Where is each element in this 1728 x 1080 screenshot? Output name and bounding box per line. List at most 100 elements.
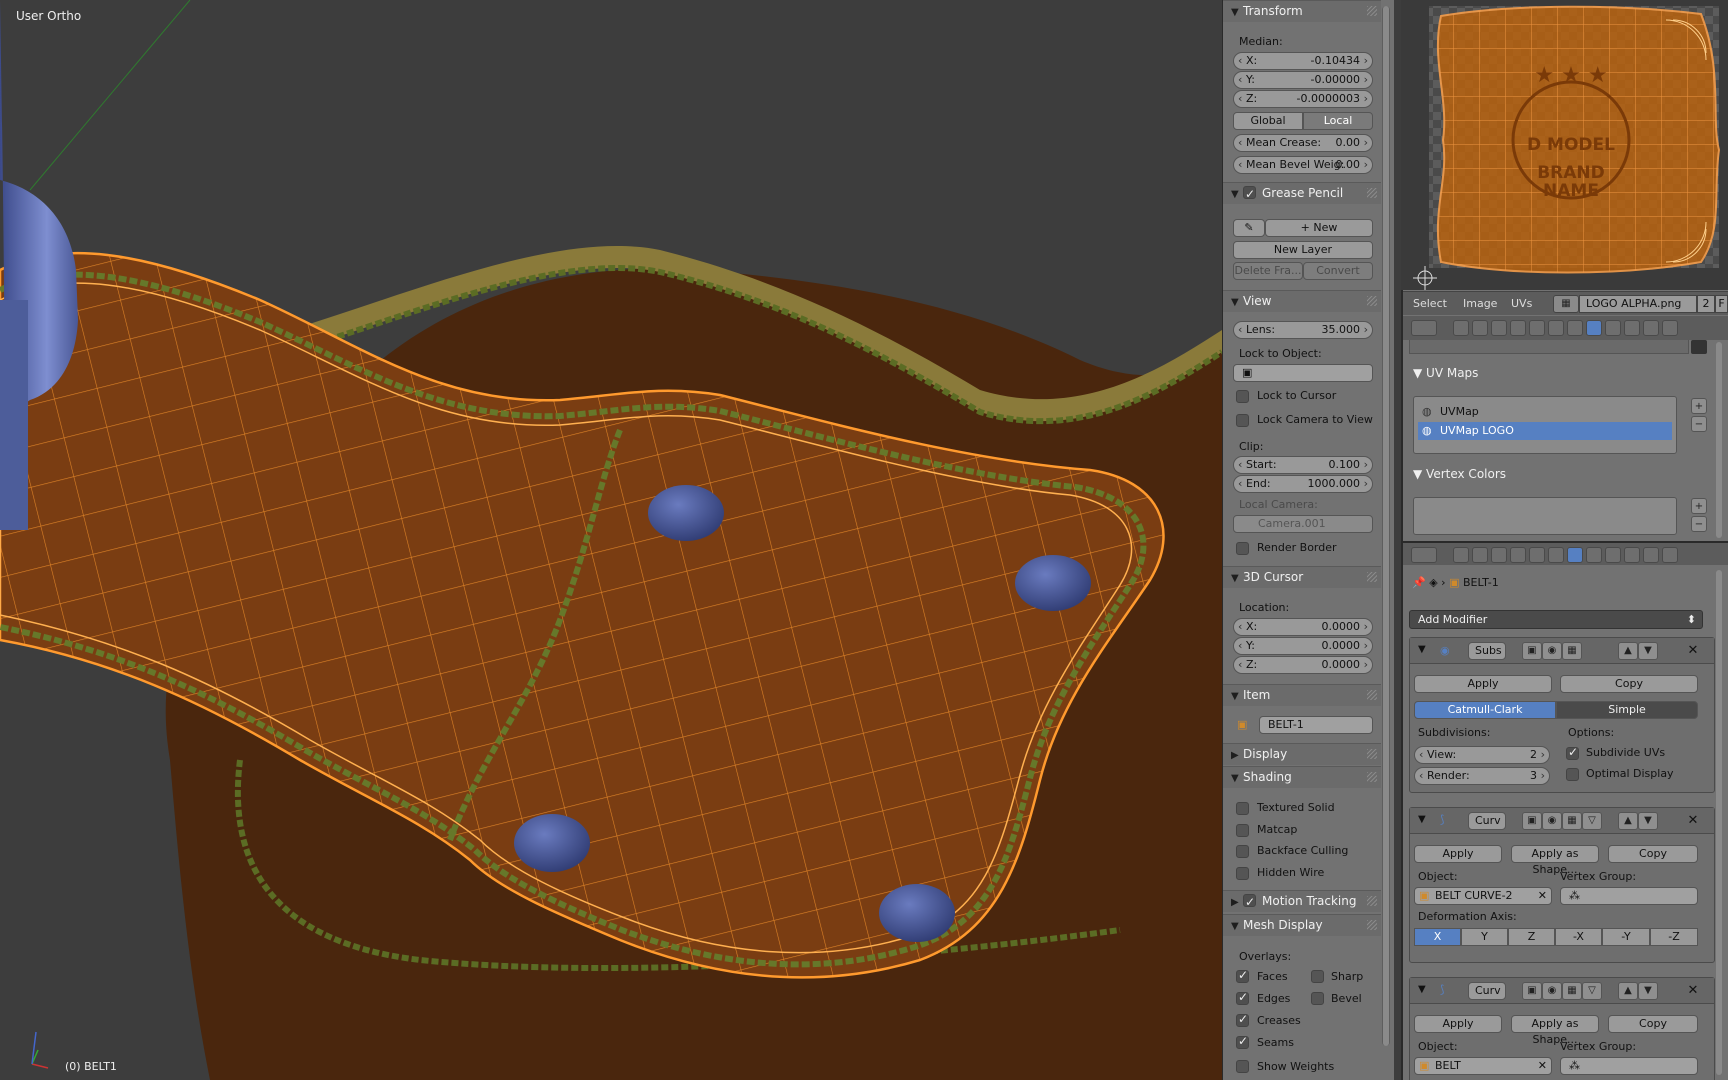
apply-button[interactable]: Apply — [1414, 1015, 1502, 1033]
bevel-checkbox[interactable] — [1311, 992, 1324, 1005]
wrench-icon[interactable] — [1567, 547, 1583, 563]
world-icon[interactable] — [1510, 547, 1526, 563]
panel-mesh-display[interactable]: ▼ Mesh Display — [1223, 914, 1381, 936]
median-z-field[interactable]: Z:-0.0000003 — [1233, 90, 1373, 108]
belt-mesh-render[interactable] — [0, 0, 1222, 1080]
mean-crease-field[interactable]: Mean Crease:0.00 — [1233, 134, 1373, 152]
sharp-checkbox[interactable] — [1311, 970, 1324, 983]
panel-item[interactable]: ▼ Item — [1223, 684, 1381, 706]
grease-new-button[interactable]: + New — [1265, 219, 1373, 237]
material-icon[interactable] — [1605, 547, 1621, 563]
remove-modifier-icon[interactable]: ✕ — [1686, 644, 1700, 658]
curve-name-field[interactable]: Curv — [1468, 812, 1506, 830]
global-button[interactable]: Global — [1233, 112, 1303, 130]
add-modifier-dropdown[interactable]: Add Modifier ⬍ — [1409, 610, 1703, 629]
mean-bevel-field[interactable]: Mean Bevel Weig:0.00 — [1233, 156, 1373, 174]
copy-button[interactable]: Copy — [1608, 1015, 1698, 1033]
render-border-checkbox[interactable] — [1236, 542, 1249, 555]
vertex-group-field[interactable]: ⁂ — [1560, 1057, 1698, 1075]
lens-field[interactable]: Lens:35.000 — [1233, 321, 1373, 339]
add-vertex-color-button[interactable]: + — [1691, 498, 1707, 514]
textured-solid-checkbox[interactable] — [1236, 802, 1249, 815]
npanel-scrollbar[interactable] — [1382, 6, 1390, 1046]
editor-type-icon[interactable] — [1411, 320, 1437, 336]
move-up-icon[interactable]: ▲ — [1618, 642, 1638, 660]
physics-icon[interactable] — [1662, 547, 1678, 563]
collapse-icon[interactable]: ▼ — [1418, 814, 1426, 825]
hidden-wire-checkbox[interactable] — [1236, 867, 1249, 880]
apply-button[interactable]: Apply — [1414, 845, 1502, 863]
texture-icon[interactable] — [1624, 547, 1640, 563]
panel-transform[interactable]: ▼ Transform — [1223, 0, 1381, 22]
clip-start-field[interactable]: Start:0.100 — [1233, 456, 1373, 474]
axis-x-button[interactable]: X — [1414, 928, 1461, 946]
collapse-icon[interactable]: ▼ — [1418, 644, 1426, 655]
clear-icon[interactable]: ✕ — [1538, 1058, 1547, 1074]
lock-camera-checkbox[interactable] — [1236, 414, 1249, 427]
cursor-x-field[interactable]: X:0.0000 — [1233, 618, 1373, 636]
viewport-toggle-icon[interactable]: ◉ — [1542, 982, 1562, 1000]
panel-3d-cursor[interactable]: ▼ 3D Cursor — [1223, 566, 1381, 588]
texture-icon[interactable] — [1624, 320, 1640, 336]
creases-checkbox[interactable] — [1236, 1012, 1249, 1027]
menu-uvs[interactable]: UVs — [1511, 292, 1532, 316]
vertex-group-field[interactable]: ⁂ — [1560, 887, 1698, 905]
lock-to-cursor-checkbox[interactable] — [1236, 390, 1249, 403]
render-icon[interactable] — [1453, 320, 1469, 336]
move-down-icon[interactable]: ▼ — [1638, 642, 1658, 660]
grease-pencil-checkbox[interactable] — [1243, 184, 1256, 204]
axis-neg-z-button[interactable]: -Z — [1650, 928, 1698, 946]
axis-neg-x-button[interactable]: -X — [1555, 928, 1602, 946]
image-users-count[interactable]: 2 — [1697, 295, 1715, 313]
optimal-display-checkbox[interactable] — [1566, 768, 1579, 781]
remove-vertex-color-button[interactable]: − — [1691, 516, 1707, 532]
image-browse-icon[interactable]: ▦ — [1553, 295, 1579, 313]
data-scrollbar[interactable] — [1716, 342, 1722, 538]
new-layer-button[interactable]: New Layer — [1233, 241, 1373, 259]
cage-toggle-icon[interactable]: ▽ — [1582, 812, 1602, 830]
copy-button[interactable]: Copy — [1560, 675, 1698, 693]
clear-icon[interactable]: ✕ — [1538, 888, 1547, 904]
cursor-y-field[interactable]: Y:0.0000 — [1233, 637, 1373, 655]
move-up-icon[interactable]: ▲ — [1618, 812, 1638, 830]
panel-shading[interactable]: ▼ Shading — [1223, 766, 1381, 788]
show-weights-checkbox[interactable] — [1236, 1060, 1249, 1073]
backface-culling-checkbox[interactable] — [1236, 845, 1249, 858]
modifier-scrollbar[interactable] — [1716, 570, 1722, 1075]
pin-icon[interactable]: 📌 — [1412, 576, 1426, 589]
3d-viewport[interactable]: User Ortho (0) BELT1 — [0, 0, 1222, 1080]
particles-icon[interactable] — [1643, 547, 1659, 563]
mesh-data-icon[interactable] — [1586, 320, 1602, 336]
render-levels-field[interactable]: Render:3 — [1414, 767, 1550, 785]
render-icon[interactable] — [1453, 547, 1469, 563]
mesh-data-icon[interactable] — [1586, 547, 1602, 563]
render-layers-icon[interactable] — [1472, 320, 1488, 336]
pencil-icon[interactable]: ✎ — [1233, 219, 1265, 237]
scene-icon[interactable] — [1491, 547, 1507, 563]
curve-name-field[interactable]: Curv — [1468, 982, 1506, 1000]
simple-button[interactable]: Simple — [1556, 701, 1698, 719]
matcap-checkbox[interactable] — [1236, 824, 1249, 837]
editor-type-icon[interactable] — [1411, 547, 1437, 563]
faces-checkbox[interactable] — [1236, 968, 1249, 983]
uv-map-item-selected[interactable]: ◍ UVMap LOGO — [1418, 422, 1672, 440]
clip-end-field[interactable]: End:1000.000 — [1233, 475, 1373, 493]
apply-as-shape-button[interactable]: Apply as Shape... — [1511, 845, 1599, 876]
panel-vertex-colors[interactable]: ▼ Vertex Colors — [1413, 467, 1506, 481]
object-props-icon[interactable] — [1529, 547, 1545, 563]
fake-user-button[interactable]: F — [1715, 295, 1728, 313]
curve-object-field[interactable]: ▣ BELT CURVE-2 ✕ — [1414, 887, 1552, 905]
seams-checkbox[interactable] — [1236, 1034, 1249, 1049]
remove-modifier-icon[interactable]: ✕ — [1686, 984, 1700, 998]
motion-tracking-checkbox[interactable] — [1243, 892, 1256, 912]
delete-frame-button[interactable]: Delete Fra... — [1233, 262, 1303, 280]
editmode-toggle-icon[interactable]: ▦ — [1562, 812, 1582, 830]
panel-grease-pencil[interactable]: ▼Grease Pencil — [1223, 182, 1381, 204]
axis-neg-y-button[interactable]: -Y — [1602, 928, 1650, 946]
constraints-icon[interactable] — [1548, 320, 1564, 336]
modifiers-icon[interactable] — [1567, 320, 1583, 336]
convert-button[interactable]: Convert — [1303, 262, 1373, 280]
apply-button[interactable]: Apply — [1414, 675, 1552, 693]
axis-z-button[interactable]: Z — [1508, 928, 1555, 946]
median-y-field[interactable]: Y:-0.00000 — [1233, 71, 1373, 89]
